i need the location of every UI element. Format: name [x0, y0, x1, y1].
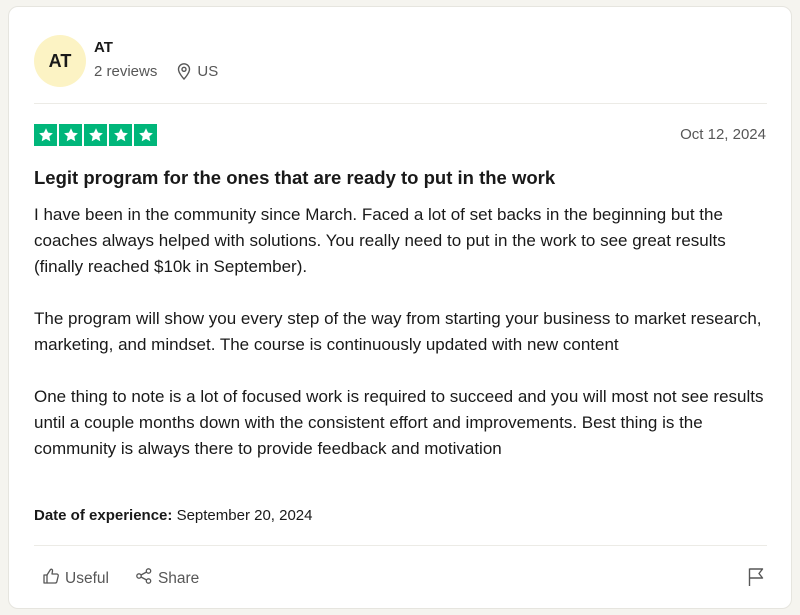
review-card: AT AT 2 reviews US Oct 12, 2024 Legit pr…: [8, 6, 792, 609]
reviews-count: 2 reviews: [94, 63, 158, 80]
share-icon: [135, 567, 153, 590]
location-pin-icon: [177, 63, 191, 80]
reviewer-name[interactable]: AT: [94, 39, 113, 56]
header-divider: [34, 103, 767, 104]
footer-divider: [34, 545, 767, 546]
useful-button[interactable]: Useful: [42, 567, 109, 590]
date-of-experience: Date of experience: September 20, 2024: [34, 507, 313, 524]
star-icon: [59, 124, 82, 146]
avatar[interactable]: AT: [34, 35, 86, 87]
star-icon: [34, 124, 57, 146]
review-actions: Useful Share: [42, 567, 199, 590]
share-label: Share: [157, 569, 200, 587]
report-button[interactable]: [747, 567, 765, 592]
flag-icon: [747, 568, 765, 591]
thumbs-up-icon: [42, 567, 60, 590]
share-button[interactable]: Share: [135, 567, 199, 590]
reviewer-location: US: [197, 63, 219, 80]
star-rating: [34, 124, 157, 146]
review-body: I have been in the community since March…: [34, 202, 774, 462]
experience-date: September 20, 2024: [176, 507, 313, 524]
review-paragraph: One thing to note is a lot of focused wo…: [34, 387, 764, 458]
review-paragraph: I have been in the community since March…: [34, 205, 726, 276]
review-paragraph: The program will show you every step of …: [34, 309, 762, 354]
experience-label: Date of experience:: [34, 507, 173, 524]
star-icon: [84, 124, 107, 146]
review-date: Oct 12, 2024: [680, 126, 766, 143]
star-icon: [109, 124, 132, 146]
reviewer-meta: 2 reviews US: [94, 63, 218, 80]
useful-label: Useful: [65, 569, 109, 587]
star-icon: [134, 124, 157, 146]
reviewer-header: AT AT 2 reviews US: [34, 35, 769, 89]
review-title[interactable]: Legit program for the ones that are read…: [34, 167, 555, 189]
